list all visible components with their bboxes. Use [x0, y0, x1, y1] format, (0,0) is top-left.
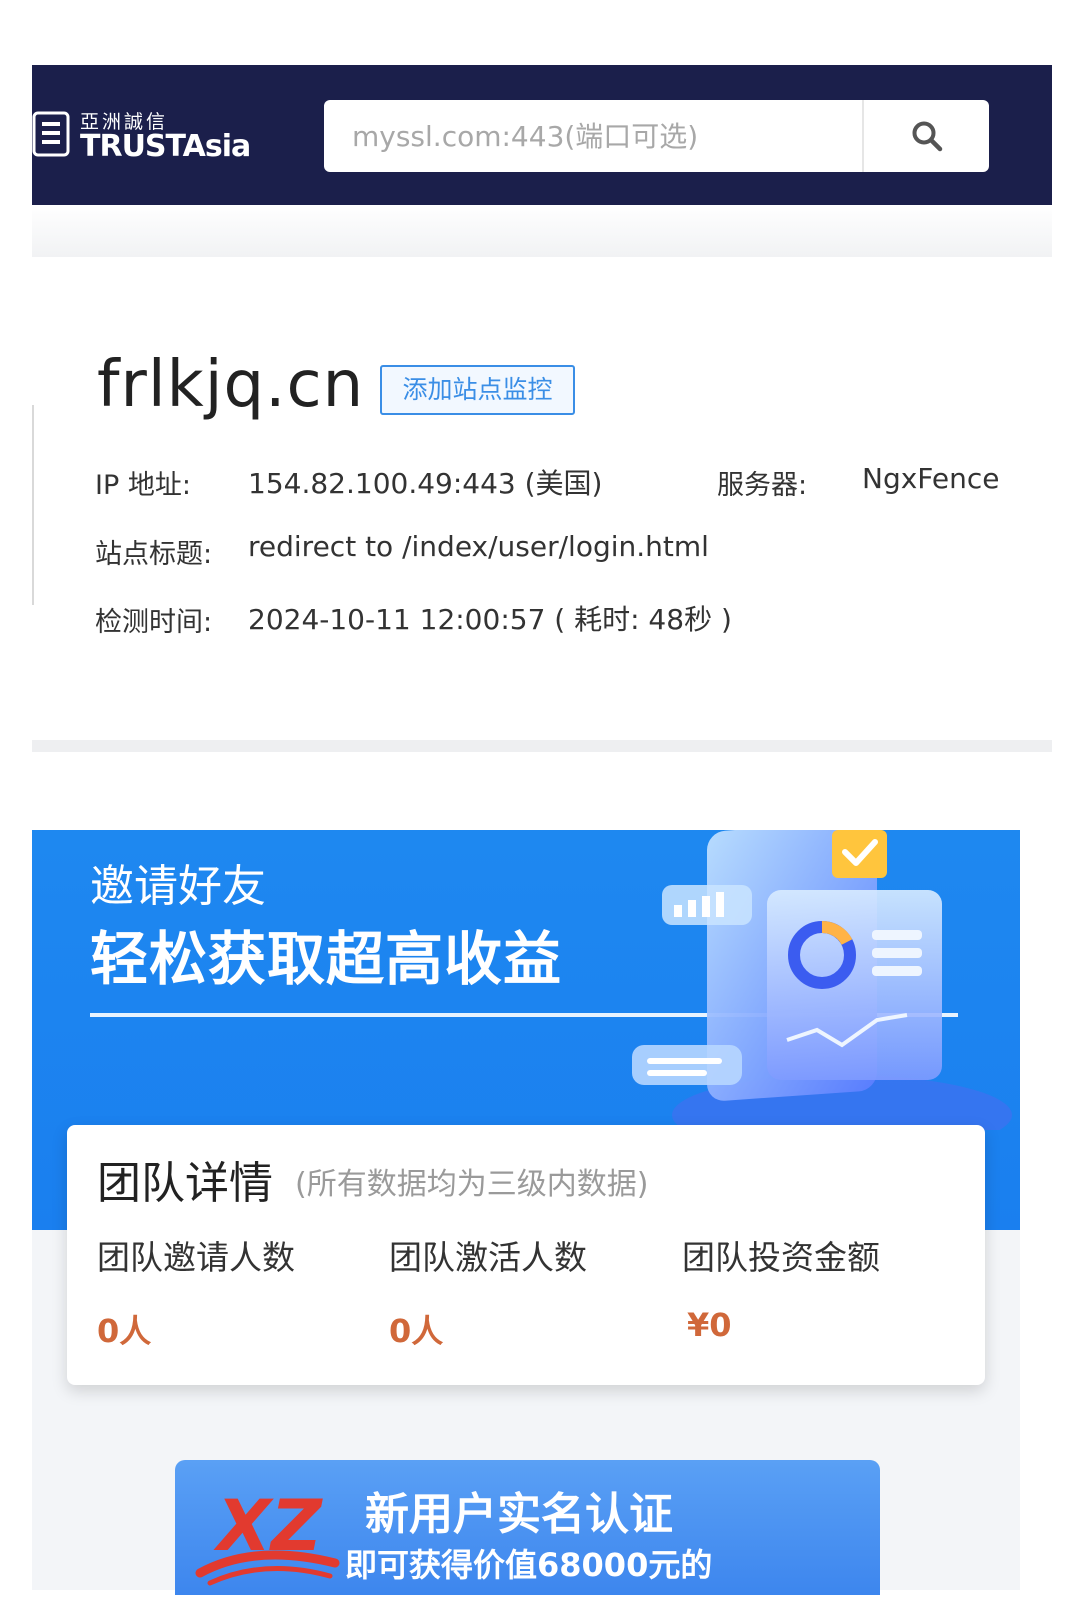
- stat-investment-label: 团队投资金额: [682, 1238, 880, 1277]
- promo-subtitle: 即可获得价值68000元的: [345, 1546, 713, 1584]
- domain-title: frlkjq.cn: [97, 348, 365, 422]
- trustasia-logo-icon: [32, 111, 70, 157]
- promo-title: 新用户实名认证: [365, 1489, 673, 1540]
- banner-slogan: 轻松获取超高收益: [90, 925, 563, 993]
- banner-heading: 邀请好友: [90, 861, 266, 912]
- site-title-label: 站点标题:: [95, 539, 213, 570]
- search-button[interactable]: [864, 100, 989, 172]
- realname-promo-banner[interactable]: XZ 新用户实名认证 即可获得价值68000元的: [175, 1460, 880, 1595]
- stat-activated-label: 团队激活人数: [389, 1238, 587, 1277]
- xz-logo-text: XZ: [213, 1485, 323, 1567]
- stat-invited-value: 0人: [97, 1312, 152, 1350]
- add-monitor-button[interactable]: 添加站点监控: [380, 365, 575, 415]
- check-time-value: 2024-10-11 12:00:57 ( 耗时: 48秒 ): [248, 603, 732, 636]
- site-title-value: redirect to /index/user/login.html: [248, 530, 709, 563]
- server-label: 服务器:: [717, 470, 808, 501]
- team-details-card: 团队详情 (所有数据均为三级内数据) 团队邀请人数 0人 团队激活人数 0人 团…: [67, 1125, 985, 1385]
- stat-activated-value: 0人: [389, 1312, 444, 1350]
- xz-logo: XZ: [195, 1485, 340, 1586]
- ip-value: 154.82.100.49:443 (美国): [248, 467, 603, 500]
- search-icon: [912, 121, 943, 152]
- stat-investment-value: ¥0: [687, 1306, 732, 1344]
- stat-invited-label: 团队邀请人数: [97, 1238, 295, 1277]
- search-input[interactable]: [324, 100, 864, 172]
- finance-illustration-icon: [632, 830, 1012, 1130]
- divider: [32, 405, 34, 605]
- section-separator: [32, 740, 1052, 752]
- check-time-label: 检测时间:: [95, 607, 213, 638]
- logo-en-text: TRUSTAsia: [80, 129, 251, 164]
- ip-label: IP 地址:: [95, 470, 191, 501]
- team-details-title: 团队详情: [97, 1158, 273, 1209]
- search-bar: [324, 100, 989, 172]
- site-header: 亞洲誠信 TRUSTAsia: [32, 65, 1052, 205]
- section-separator: [32, 205, 1052, 257]
- server-value: NgxFence: [862, 462, 1000, 495]
- trustasia-logo[interactable]: 亞洲誠信 TRUSTAsia: [32, 107, 282, 164]
- team-details-subtitle: (所有数据均为三级内数据): [295, 1167, 649, 1202]
